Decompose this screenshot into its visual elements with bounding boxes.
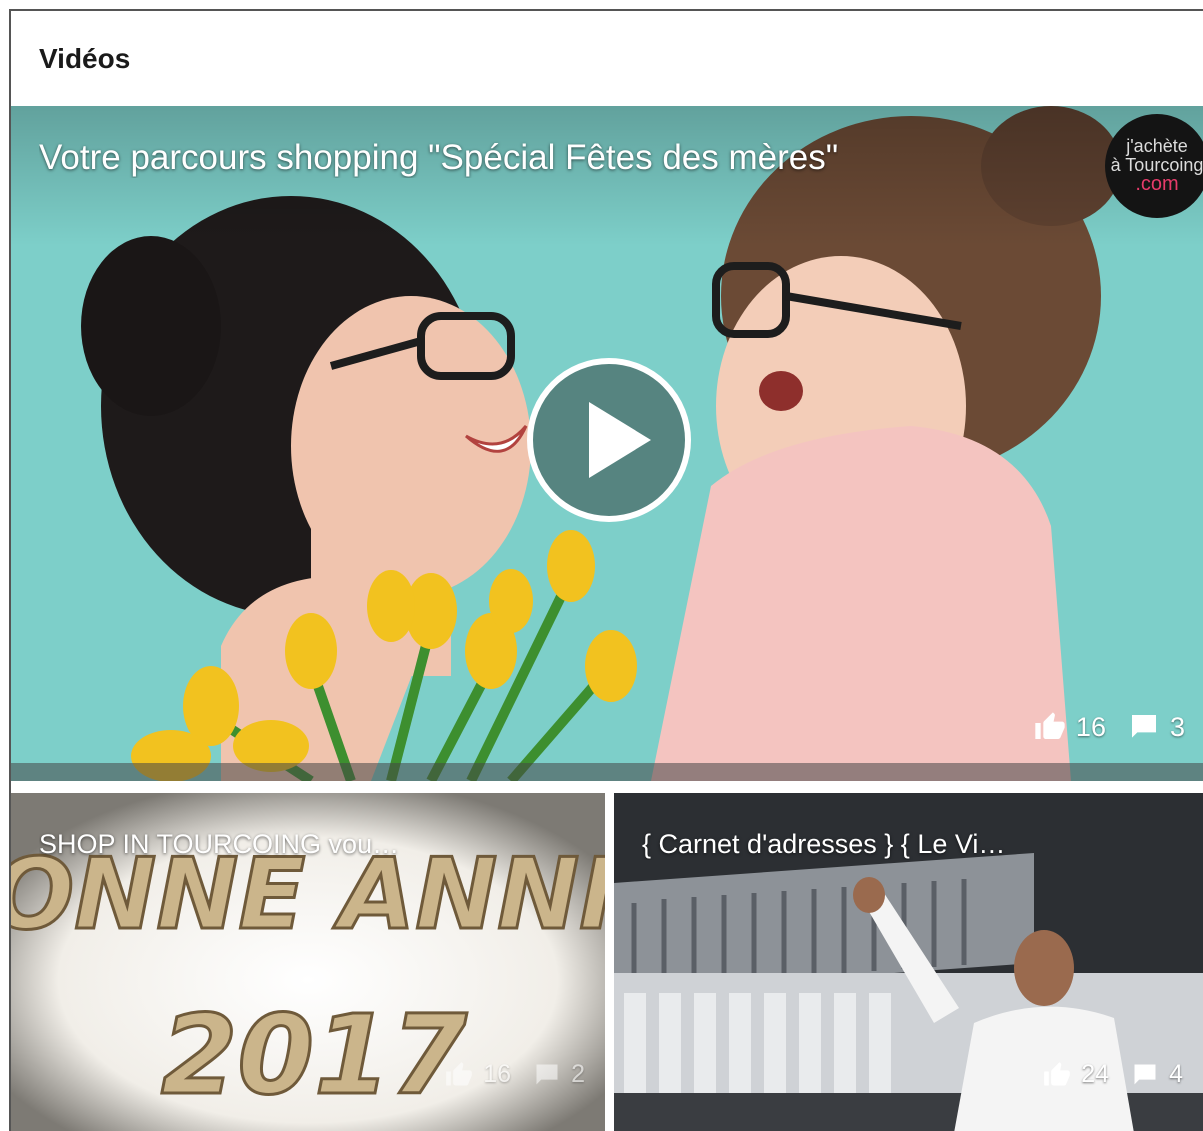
brand-logo-line2: à Tourcoing (1110, 154, 1203, 175)
like-count: 24 (1043, 1060, 1109, 1089)
like-count-value: 16 (1075, 711, 1106, 742)
thumbnail-caption-year: 2017 (161, 991, 468, 1119)
brand-logo: j'achète à Tourcoing .com (1105, 114, 1203, 218)
comment-count: 2 (533, 1060, 585, 1089)
like-count: 16 (445, 1060, 511, 1089)
video-title[interactable]: { Carnet d'adresses } { Le Vi… (642, 829, 1005, 860)
thumbs-up-icon (1034, 711, 1066, 743)
featured-video[interactable]: Votre parcours shopping "Spécial Fêtes d… (11, 106, 1203, 781)
panel-title: Vidéos (39, 42, 131, 74)
thumbs-up-icon (445, 1061, 473, 1089)
video-stats: 16 2 (423, 1060, 585, 1089)
like-count: 16 (1034, 711, 1106, 743)
video-title[interactable]: SHOP IN TOURCOING vou… (39, 829, 399, 860)
featured-stats: 16 3 (1012, 711, 1185, 743)
brand-logo-line3: .com (1135, 173, 1179, 196)
play-button[interactable] (527, 358, 691, 522)
play-icon (589, 402, 651, 478)
comment-count: 3 (1128, 711, 1185, 743)
comment-count: 4 (1131, 1060, 1183, 1089)
comment-icon (1128, 711, 1160, 743)
brand-logo-line1: j'achète (1126, 135, 1188, 156)
video-card[interactable]: ONNE ANNI 2017 SHOP IN TOURCOING vou… 16… (11, 793, 605, 1131)
thumbs-up-icon (1043, 1061, 1071, 1089)
like-count-value: 24 (1081, 1060, 1110, 1088)
comment-icon (533, 1061, 561, 1089)
comment-count-value: 4 (1169, 1060, 1183, 1088)
video-card[interactable]: { Carnet d'adresses } { Le Vi… 24 4 (614, 793, 1203, 1131)
videos-panel: Vidéos Votre parcours shopping "Spécial … (9, 9, 1203, 1131)
comment-icon (1131, 1061, 1159, 1089)
comment-count-value: 3 (1169, 711, 1185, 742)
comment-count-value: 2 (571, 1060, 585, 1088)
video-stats: 24 4 (1021, 1060, 1183, 1089)
bottom-shade (11, 763, 1203, 781)
featured-video-title[interactable]: Votre parcours shopping "Spécial Fêtes d… (39, 138, 838, 178)
panel-header: Vidéos (11, 11, 1203, 106)
like-count-value: 16 (483, 1060, 512, 1088)
